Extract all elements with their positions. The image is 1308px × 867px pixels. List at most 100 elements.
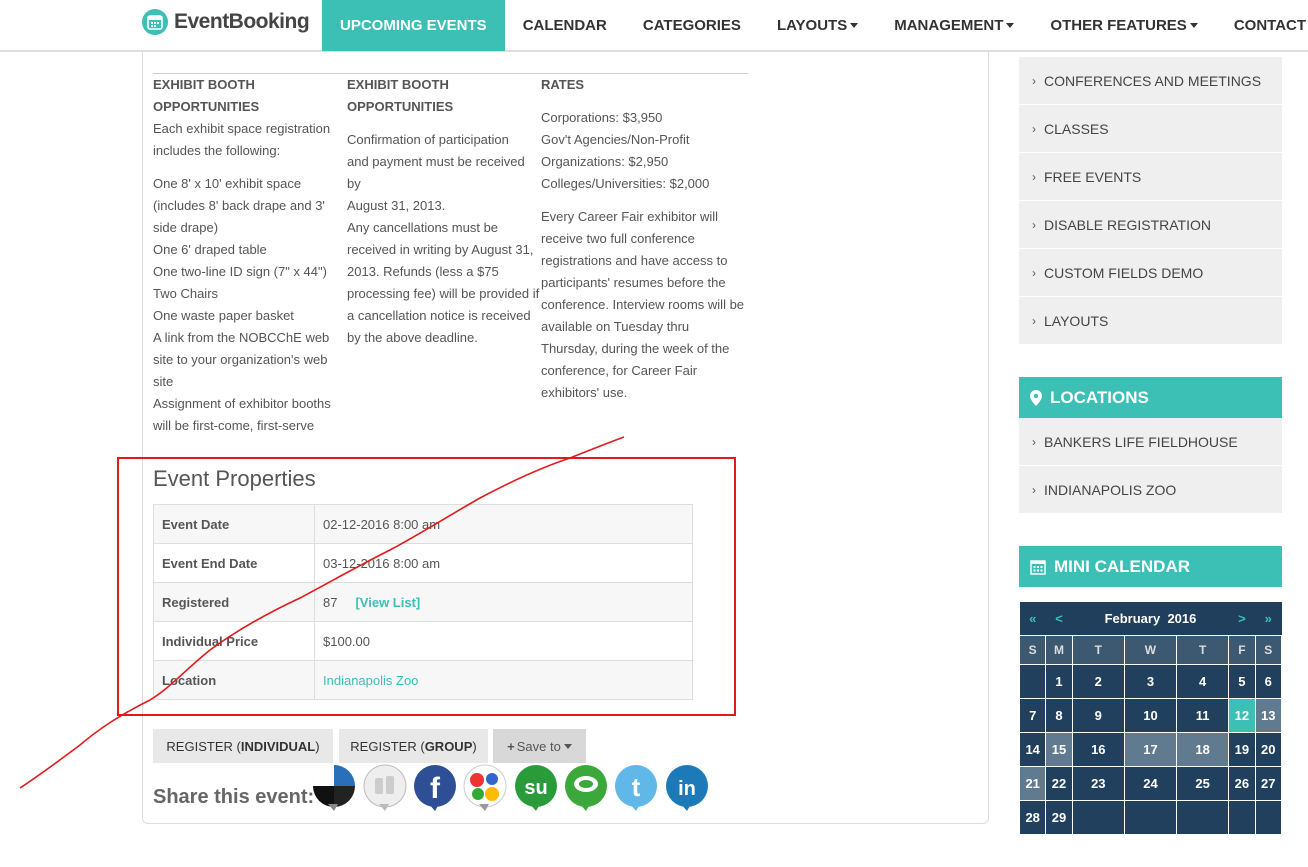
calendar-day[interactable]: 15: [1045, 731, 1073, 767]
main-nav: UPCOMING EVENTS CALENDAR CATEGORIES LAYO…: [322, 0, 1308, 51]
text-line: One 6' draped table: [153, 242, 267, 257]
next-year-button[interactable]: »: [1255, 602, 1282, 635]
calendar-day[interactable]: 20: [1254, 731, 1283, 767]
calendar-header-row: « < February 2016 > »: [1019, 602, 1282, 635]
save-to-dropdown[interactable]: + Save to: [493, 729, 586, 763]
brand-logo[interactable]: EventBooking: [142, 6, 310, 38]
calendar-day[interactable]: 17: [1123, 731, 1178, 767]
calendar-day[interactable]: 9: [1071, 697, 1125, 733]
text-line: (includes 8' back drape and 3': [153, 198, 325, 213]
calendar-week-row: 14 15 16 17 18 19 20: [1018, 731, 1283, 767]
category-layouts[interactable]: › LAYOUTS: [1019, 297, 1282, 345]
calendar-day[interactable]: 24: [1123, 765, 1178, 801]
google-icon[interactable]: [461, 764, 509, 812]
button-label: REGISTER (: [166, 738, 241, 754]
calendar-day[interactable]: 2: [1071, 663, 1125, 699]
stumbleupon-icon[interactable]: su: [512, 764, 560, 812]
nav-categories[interactable]: CATEGORIES: [625, 0, 759, 51]
calendar-day[interactable]: 5: [1228, 663, 1256, 699]
register-individual-button[interactable]: REGISTER (INDIVIDUAL): [153, 729, 333, 763]
text-line: Any cancellations must be: [347, 220, 499, 235]
column-heading: RATES: [541, 77, 585, 92]
calendar-day[interactable]: 27: [1254, 765, 1283, 801]
nav-layouts[interactable]: LAYOUTS: [759, 0, 876, 51]
calendar-day[interactable]: 28: [1018, 799, 1047, 835]
calendar-day[interactable]: 21: [1018, 765, 1047, 801]
digg-icon[interactable]: [361, 764, 409, 812]
text-line: Thursday, during the week of the: [541, 341, 730, 356]
facebook-icon[interactable]: f: [411, 764, 459, 812]
calendar-day[interactable]: 18: [1176, 731, 1230, 767]
calendar-day[interactable]: 1: [1045, 663, 1073, 699]
text-line: participants' resumes before the: [541, 275, 726, 290]
brand-name: EventBooking: [174, 10, 310, 33]
nav-label: CONTACT US: [1233, 17, 1308, 34]
calendar-day[interactable]: 19: [1228, 731, 1256, 767]
calendar-day[interactable]: 6: [1254, 663, 1283, 699]
calendar-day[interactable]: 11: [1176, 697, 1230, 733]
nav-label: LAYOUTS: [776, 17, 848, 34]
nav-label: CALENDAR: [522, 17, 607, 34]
nav-label: OTHER FEATURES: [1050, 17, 1187, 34]
text-line: side drape): [153, 220, 219, 235]
nav-calendar[interactable]: CALENDAR: [505, 0, 625, 51]
chevron-right-icon: ›: [1032, 169, 1036, 184]
calendar-day[interactable]: 22: [1045, 765, 1073, 801]
caret-down-icon: [1006, 23, 1015, 28]
text-line: exhibitors' use.: [541, 385, 628, 400]
prev-year-button[interactable]: «: [1019, 602, 1046, 635]
linkedin-icon[interactable]: in: [663, 764, 711, 812]
twitter-icon[interactable]: t: [612, 764, 660, 812]
chevron-right-icon: ›: [1032, 434, 1036, 449]
calendar-week-row: 21 22 23 24 25 26 27: [1018, 765, 1283, 801]
calendar-empty-cell: [1071, 799, 1125, 835]
rate-line: Colleges/Universities: $2,000: [541, 176, 710, 191]
category-disable-registration[interactable]: › DISABLE REGISTRATION: [1019, 201, 1282, 249]
category-label: LAYOUTS: [1044, 312, 1109, 329]
nav-management[interactable]: MANAGEMENT: [876, 0, 1032, 51]
calendar-day[interactable]: 10: [1123, 697, 1178, 733]
register-group-button[interactable]: REGISTER (GROUP): [339, 729, 488, 763]
button-label-bold: INDIVIDUAL: [240, 738, 316, 754]
category-free-events[interactable]: › FREE EVENTS: [1019, 153, 1282, 201]
calendar-week-row: 7 8 9 10 11 12 13: [1018, 697, 1283, 733]
category-custom-fields-demo[interactable]: › CUSTOM FIELDS DEMO: [1019, 249, 1282, 297]
text-line: Every Career Fair exhibitor will: [541, 209, 718, 224]
location-indianapolis-zoo[interactable]: › INDIANAPOLIS ZOO: [1019, 466, 1282, 514]
next-month-button[interactable]: >: [1228, 602, 1256, 635]
weekday-label: T: [1176, 634, 1230, 665]
nav-contact-us[interactable]: CONTACT US: [1216, 0, 1308, 51]
calendar-empty-cell: [1018, 663, 1047, 699]
calendar-day[interactable]: 29: [1045, 799, 1073, 835]
nav-upcoming-events[interactable]: UPCOMING EVENTS: [322, 0, 505, 51]
calendar-day[interactable]: 3: [1123, 663, 1178, 699]
text-line: conference. Interview rooms will be: [541, 297, 745, 312]
calendar-day[interactable]: 8: [1045, 697, 1073, 733]
caret-down-icon: [563, 743, 572, 749]
nav-label: MANAGEMENT: [894, 17, 1004, 34]
text-line: Two Chairs: [153, 286, 219, 301]
calendar-day[interactable]: 13: [1254, 697, 1283, 733]
prev-month-button[interactable]: <: [1045, 602, 1073, 635]
text-line: One two-line ID sign (7" x 44"): [153, 264, 327, 279]
calendar-day[interactable]: 23: [1071, 765, 1125, 801]
technorati-icon[interactable]: [562, 764, 610, 812]
calendar-day[interactable]: 4: [1176, 663, 1230, 699]
text-line: registrations and have access to: [541, 253, 728, 268]
delicious-icon[interactable]: [310, 764, 358, 812]
category-classes[interactable]: › CLASSES: [1019, 105, 1282, 153]
calendar-day[interactable]: 7: [1018, 697, 1047, 733]
location-bankers-life-fieldhouse[interactable]: › BANKERS LIFE FIELDHOUSE: [1019, 418, 1282, 466]
calendar-day[interactable]: 26: [1228, 765, 1256, 801]
svg-text:su: su: [524, 777, 547, 799]
nav-other-features[interactable]: OTHER FEATURES: [1032, 0, 1215, 51]
calendar-month-label: February 2016: [1072, 602, 1229, 635]
calendar-day[interactable]: 14: [1018, 731, 1047, 767]
locations-title: LOCATIONS: [1050, 387, 1149, 407]
category-conferences-and-meetings[interactable]: › CONFERENCES AND MEETINGS: [1019, 57, 1282, 105]
calendar-day[interactable]: 25: [1176, 765, 1230, 801]
rate-line: Gov't Agencies/Non-Profit: [541, 132, 690, 147]
category-label: CONFERENCES AND MEETINGS: [1044, 72, 1262, 89]
calendar-day[interactable]: 12: [1228, 697, 1256, 733]
calendar-day[interactable]: 16: [1071, 731, 1125, 767]
